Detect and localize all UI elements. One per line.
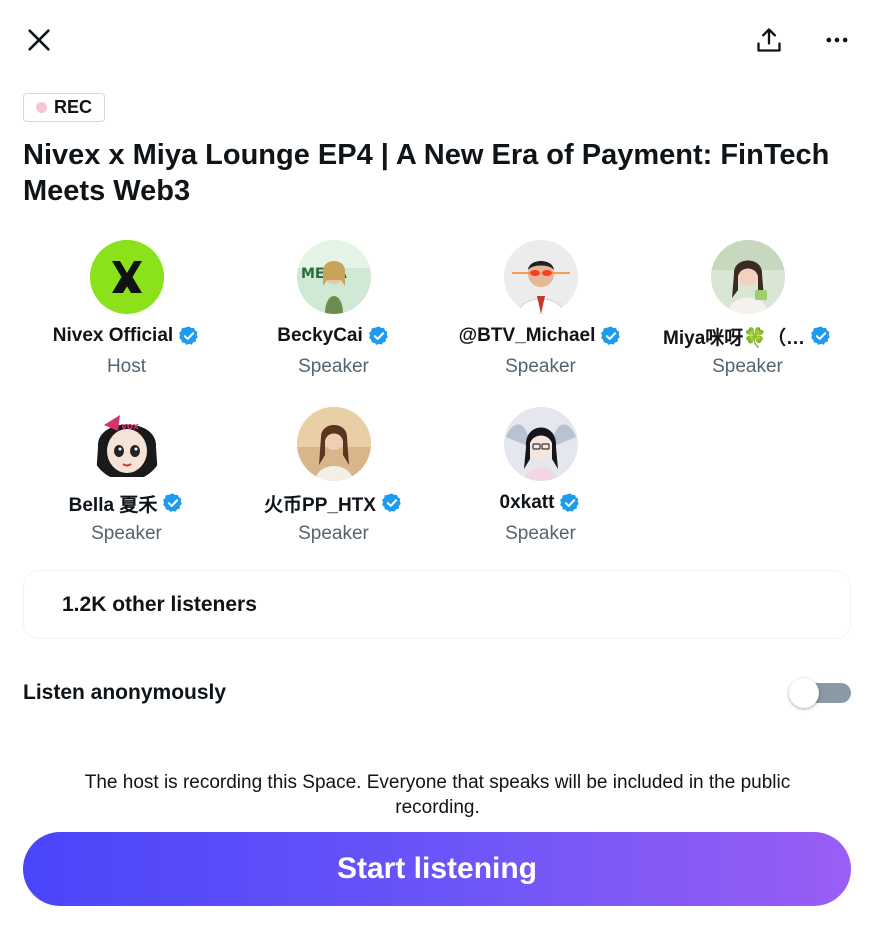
more-options-button[interactable] [819, 22, 855, 58]
share-button[interactable] [751, 22, 787, 58]
verified-badge-icon [368, 326, 388, 345]
rec-badge-label: REC [54, 97, 93, 117]
participant-name: 火币PP_HTX [264, 494, 376, 516]
space-title: Nivex x Miya Lounge EP4 | A New Era of P… [23, 139, 830, 207]
photo-avatar-icon [503, 240, 578, 314]
participant-name: Nivex Official [52, 325, 174, 346]
avatar[interactable] [296, 407, 371, 481]
verified-badge-icon [811, 326, 830, 345]
recording-notice: The host is recording this Space. Everyo… [84, 772, 791, 818]
verified-badge-icon [560, 493, 580, 512]
cartoon-avatar-icon: vox [89, 407, 164, 481]
top-bar [0, 0, 889, 80]
toggle-knob [789, 678, 819, 708]
svg-text:vox: vox [121, 422, 139, 432]
participant-nivex-official[interactable]: Nivex Official Host [23, 240, 230, 380]
participant-name: Miya咪呀🍀（… [663, 327, 805, 349]
verified-badge-icon [179, 326, 198, 345]
photo-avatar-icon: MEGA [296, 240, 371, 314]
other-listeners-count: 1.2K other listeners [62, 592, 257, 616]
participant-role: Speaker [505, 523, 576, 544]
verified-badge-icon [382, 493, 401, 512]
avatar[interactable] [503, 240, 578, 314]
avatar[interactable] [710, 240, 785, 314]
participant-role: Speaker [298, 523, 369, 544]
start-listening-button[interactable]: Start listening [23, 832, 851, 906]
participant-role: Speaker [712, 356, 783, 377]
close-icon [28, 29, 50, 51]
listen-anonymously-row: Listen anonymously [23, 672, 851, 714]
photo-avatar-icon [296, 407, 371, 481]
other-listeners-box[interactable]: 1.2K other listeners [23, 570, 851, 639]
verified-badge-icon [163, 493, 183, 512]
participant-huobi-pp-htx[interactable]: 火币PP_HTX Speaker [230, 407, 437, 547]
nivex-logo-icon [89, 240, 164, 314]
close-button[interactable] [21, 22, 57, 58]
listen-anonymously-label: Listen anonymously [23, 681, 227, 704]
participant-btv-michael[interactable]: @BTV_Michael Speaker [437, 240, 644, 380]
participant-name: Bella 夏禾 [68, 494, 158, 516]
participant-bella[interactable]: vox Bella 夏禾 Speaker [23, 407, 230, 547]
participant-0xkatt[interactable]: 0xkatt Speaker [437, 407, 644, 547]
participant-name: @BTV_Michael [458, 325, 596, 346]
avatar[interactable] [89, 240, 164, 314]
participant-name: BeckyCai [277, 325, 363, 346]
avatar[interactable] [503, 407, 578, 481]
avatar[interactable]: MEGA [296, 240, 371, 314]
avatar[interactable]: vox [89, 407, 164, 481]
space-dialog: REC Nivex x Miya Lounge EP4 | A New Era … [0, 0, 889, 925]
listen-anonymously-toggle[interactable] [789, 678, 851, 708]
recording-dot-icon [36, 102, 47, 113]
rec-badge: REC [23, 93, 106, 122]
participant-beckycai[interactable]: MEGA BeckyCai Speaker [230, 240, 437, 380]
participant-miya[interactable]: Miya咪呀🍀（… Speaker [644, 240, 851, 380]
participant-name: 0xkatt [499, 492, 555, 513]
anime-avatar-icon [503, 407, 578, 481]
participant-role: Host [106, 356, 147, 377]
participant-role: Speaker [505, 356, 576, 377]
participant-role: Speaker [91, 523, 162, 544]
share-icon [757, 28, 781, 52]
more-icon [826, 37, 848, 43]
photo-avatar-icon [710, 240, 785, 314]
verified-badge-icon [601, 326, 621, 345]
participant-role: Speaker [298, 356, 369, 377]
